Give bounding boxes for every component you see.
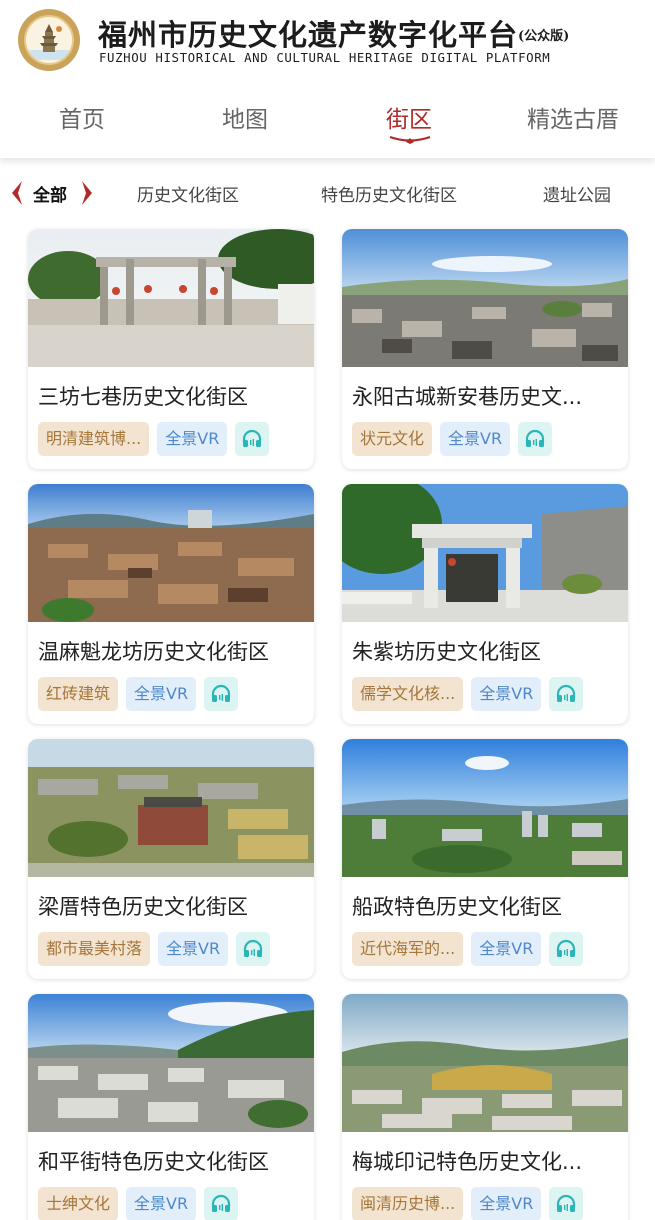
- tab-home[interactable]: 首页: [12, 100, 152, 134]
- district-name: 梅城印记特色历史文化...: [352, 1150, 583, 1174]
- stone-gate-photo: [342, 484, 628, 622]
- feature-tag: 闽清历史博...: [352, 1187, 464, 1220]
- district-name: 梁厝特色历史文化街区: [38, 895, 248, 919]
- district-card[interactable]: 梁厝特色历史文化街区 都市最美村落 全景VR: [28, 739, 314, 979]
- headphones-icon[interactable]: [236, 932, 271, 966]
- feature-tag: 儒学文化核...: [352, 677, 464, 711]
- aerial-hills-town-photo: [342, 994, 628, 1132]
- filter-bar: 全部 历史文化街区 特色历史文化街区 遗址公园: [0, 168, 655, 218]
- aerial-old-town-photo: [342, 229, 628, 367]
- pagoda-emblem-icon: [18, 9, 80, 71]
- district-name: 朱紫坊历史文化街区: [352, 640, 541, 664]
- district-card[interactable]: 梅城印记特色历史文化... 闽清历史博... 全景VR: [342, 994, 628, 1220]
- aerial-rooftops-photo: [28, 484, 314, 622]
- app-header: 福州市历史文化遗产数字化平台(公众版) FUZHOU HISTORICAL AN…: [0, 0, 655, 82]
- district-name: 永阳古城新安巷历史文...: [352, 385, 583, 409]
- aerial-town-photo: [28, 994, 314, 1132]
- aerial-village-photo: [28, 739, 314, 877]
- filter-featured-districts[interactable]: 特色历史文化街区: [321, 181, 457, 206]
- feature-tag: 士绅文化: [38, 1187, 119, 1220]
- district-card[interactable]: 船政特色历史文化街区 近代海军的... 全景VR: [342, 739, 628, 979]
- district-card[interactable]: 朱紫坊历史文化街区 儒学文化核... 全景VR: [342, 484, 628, 724]
- main-nav: 首页 地图 街区 精选古厝: [0, 82, 655, 158]
- headphones-icon[interactable]: [204, 677, 239, 711]
- district-name: 和平街特色历史文化街区: [38, 1150, 269, 1174]
- district-card[interactable]: 温麻魁龙坊历史文化街区 红砖建筑 全景VR: [28, 484, 314, 724]
- feature-tag: 状元文化: [352, 422, 433, 456]
- tab-selected-houses[interactable]: 精选古厝: [503, 100, 643, 134]
- feature-tag: 明清建筑博...: [38, 422, 150, 456]
- tab-map[interactable]: 地图: [175, 100, 315, 134]
- district-card[interactable]: 永阳古城新安巷历史文... 状元文化 全景VR: [342, 229, 628, 469]
- platform-subtitle: FUZHOU HISTORICAL AND CULTURAL HERITAGE …: [99, 50, 551, 65]
- district-card[interactable]: 三坊七巷历史文化街区 明清建筑博... 全景VR: [28, 229, 314, 469]
- chevron-left-icon: [12, 181, 22, 205]
- vr-tag-button[interactable]: 全景VR: [471, 1187, 542, 1220]
- vr-tag-button[interactable]: 全景VR: [471, 932, 542, 966]
- archway-street-photo: [28, 229, 314, 367]
- district-card[interactable]: 和平街特色历史文化街区 士绅文化 全景VR: [28, 994, 314, 1220]
- headphones-icon[interactable]: [518, 422, 553, 456]
- vr-tag-button[interactable]: 全景VR: [471, 677, 542, 711]
- aerial-city-river-photo: [342, 739, 628, 877]
- district-name: 温麻魁龙坊历史文化街区: [38, 640, 269, 664]
- vr-tag-button[interactable]: 全景VR: [126, 677, 197, 711]
- filter-historic-districts[interactable]: 历史文化街区: [137, 181, 239, 206]
- headphones-icon[interactable]: [235, 422, 270, 456]
- headphones-icon[interactable]: [549, 677, 584, 711]
- chevron-right-icon: [82, 181, 92, 205]
- vr-tag-button[interactable]: 全景VR: [158, 932, 229, 966]
- district-name: 三坊七巷历史文化街区: [38, 385, 248, 409]
- vr-tag-button[interactable]: 全景VR: [440, 422, 511, 456]
- headphones-icon[interactable]: [549, 1187, 584, 1220]
- headphones-icon[interactable]: [204, 1187, 239, 1220]
- feature-tag: 都市最美村落: [38, 932, 151, 966]
- platform-title: 福州市历史文化遗产数字化平台(公众版): [98, 18, 570, 52]
- feature-tag: 红砖建筑: [38, 677, 119, 711]
- feature-tag: 近代海军的...: [352, 932, 464, 966]
- vr-tag-button[interactable]: 全景VR: [157, 422, 228, 456]
- filter-heritage-parks[interactable]: 遗址公园: [543, 181, 611, 206]
- district-name: 船政特色历史文化街区: [352, 895, 562, 919]
- tab-districts[interactable]: 街区: [339, 100, 479, 134]
- active-tab-indicator: [389, 135, 431, 144]
- vr-tag-button[interactable]: 全景VR: [126, 1187, 197, 1220]
- filter-all[interactable]: 全部: [33, 181, 67, 206]
- headphones-icon[interactable]: [549, 932, 584, 966]
